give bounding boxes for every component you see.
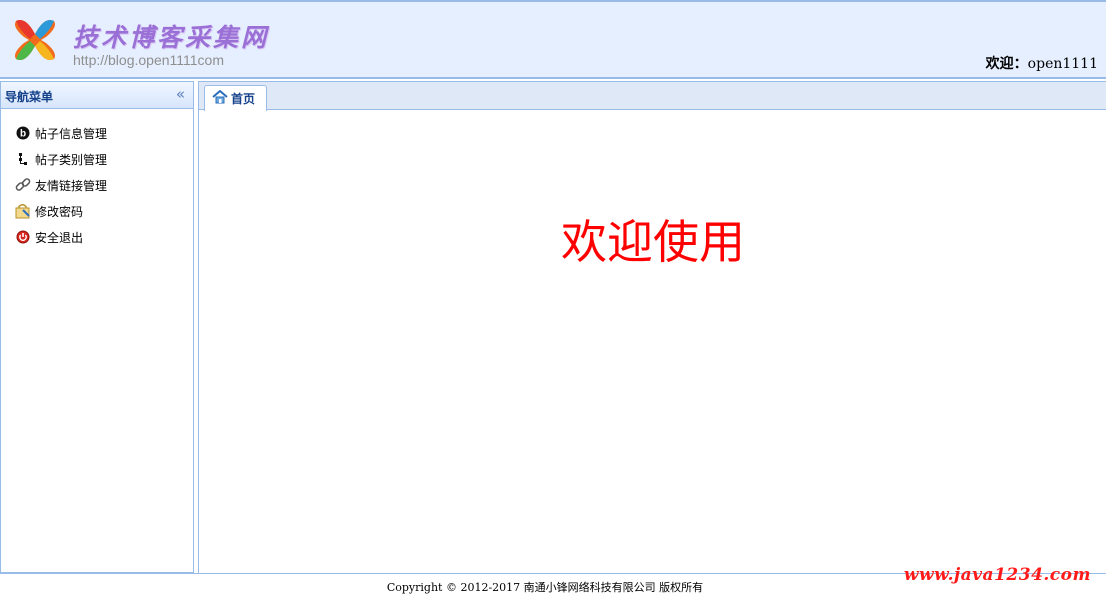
sidebar-header: 导航菜单 « bbox=[1, 82, 193, 109]
sidebar-item-label: 修改密码 bbox=[35, 204, 84, 219]
exit-icon bbox=[15, 229, 31, 245]
link-icon bbox=[15, 177, 31, 193]
home-icon bbox=[212, 89, 228, 108]
tab-label: 首页 bbox=[231, 92, 256, 106]
sidebar-item-label: 安全退出 bbox=[35, 230, 84, 245]
sidebar-item-categories[interactable]: 帖子类别管理 bbox=[1, 146, 193, 172]
nav-menu: b 帖子信息管理 帖子类别管理 友情链接管理 修改密码 安全退出 bbox=[1, 109, 193, 250]
logo-url: http://blog.open1111com bbox=[73, 52, 224, 68]
logo-title: 技术博客采集网 bbox=[73, 23, 270, 52]
sidebar-item-label: 帖子信息管理 bbox=[35, 126, 108, 141]
sidebar-item-password[interactable]: 修改密码 bbox=[1, 198, 193, 224]
main-content: 首页 欢迎使用 bbox=[198, 81, 1106, 573]
tab-home[interactable]: 首页 bbox=[204, 85, 267, 111]
collapse-left-icon[interactable]: « bbox=[176, 85, 185, 103]
welcome-label: 欢迎： bbox=[985, 56, 1028, 72]
sidebar-item-label: 友情链接管理 bbox=[35, 178, 108, 193]
svg-text:b: b bbox=[20, 129, 26, 140]
header: 技术博客采集网 http://blog.open1111com 欢迎：open1… bbox=[0, 0, 1106, 79]
welcome-message: 欢迎使用 bbox=[561, 215, 745, 269]
logo-icon bbox=[10, 15, 60, 65]
welcome-user: 欢迎：open1111 bbox=[986, 53, 1098, 73]
tree-icon bbox=[15, 151, 31, 167]
tab-strip: 首页 bbox=[199, 82, 1106, 111]
lock-icon bbox=[15, 203, 31, 219]
blog-icon: b bbox=[15, 125, 31, 141]
sidebar-item-links[interactable]: 友情链接管理 bbox=[1, 172, 193, 198]
username: open1111 bbox=[1027, 56, 1098, 72]
sidebar-item-label: 帖子类别管理 bbox=[35, 152, 108, 167]
footer: Copyright © 2012-2017 南通小锋网络科技有限公司 版权所有 … bbox=[0, 565, 1106, 596]
sidebar: 导航菜单 « b 帖子信息管理 帖子类别管理 友情链接管理 修改密码 安全退出 bbox=[0, 81, 194, 573]
sidebar-item-logout[interactable]: 安全退出 bbox=[1, 224, 193, 250]
sidebar-item-posts[interactable]: b 帖子信息管理 bbox=[1, 120, 193, 146]
sidebar-title: 导航菜单 bbox=[5, 90, 54, 104]
watermark-text: www.java1234.com bbox=[903, 565, 1091, 585]
